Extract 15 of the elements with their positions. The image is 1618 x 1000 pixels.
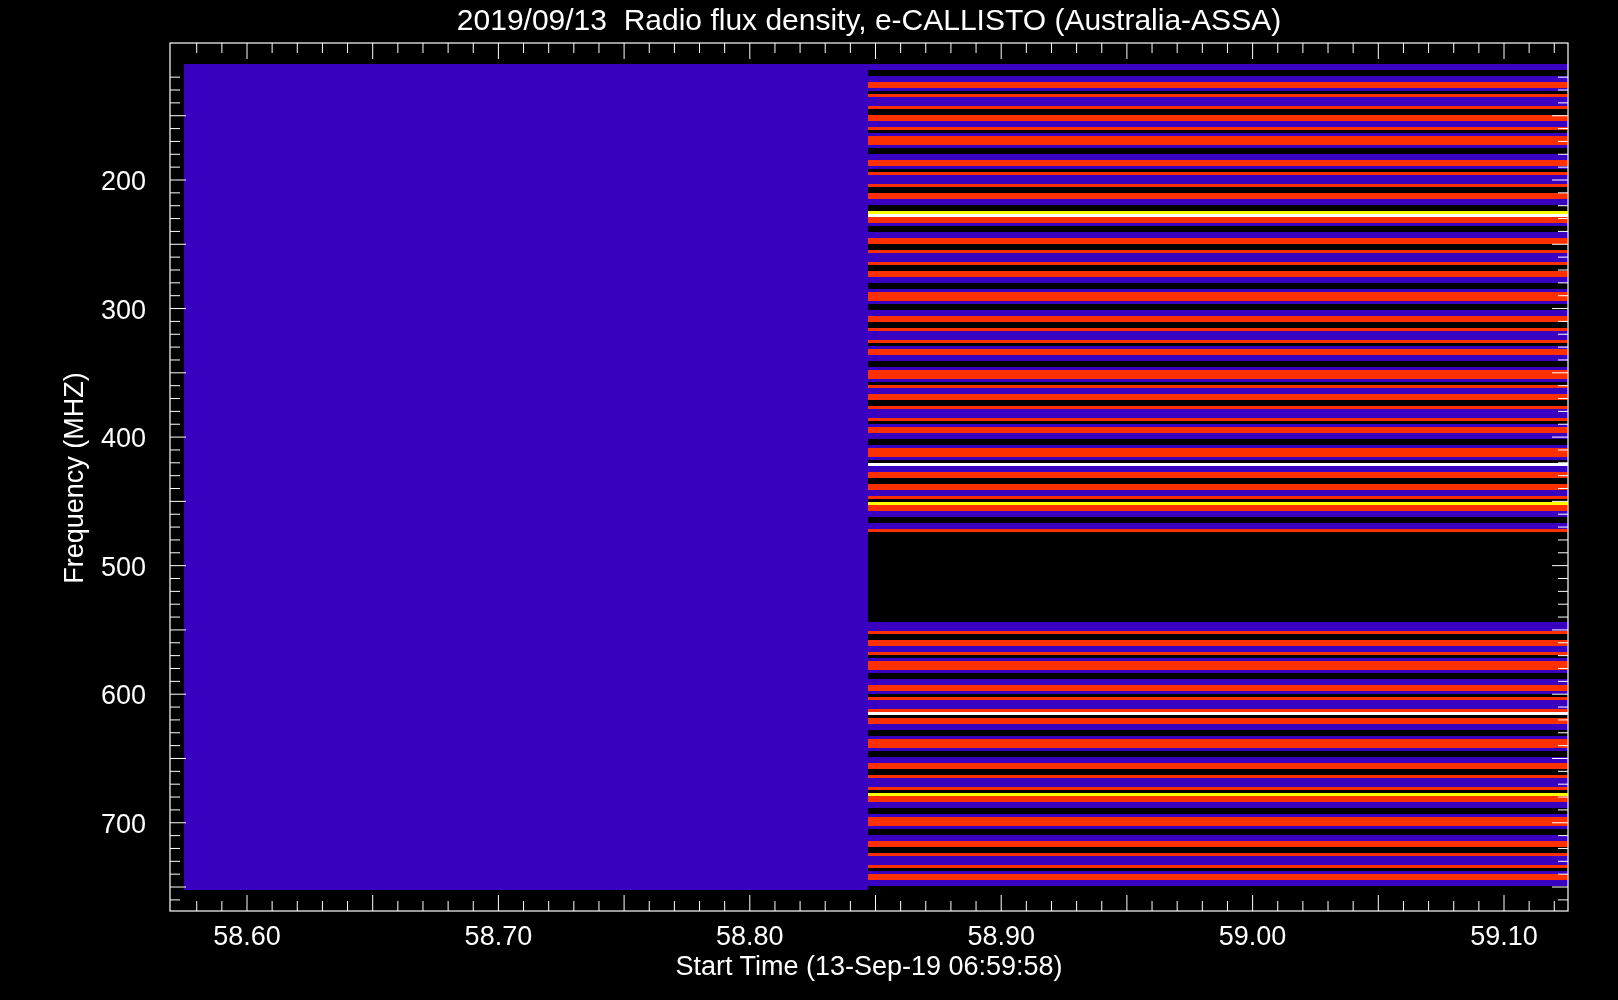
x-tick-label: 58.70 [464,921,533,951]
x-tick-label: 58.60 [213,921,281,951]
y-tick-label: 400 [100,423,146,454]
y-tick-label: 200 [100,166,146,196]
y-tick-label: 600 [100,680,146,711]
y-tick-label: 500 [100,551,146,582]
x-axis-label: Start Time (13-Sep-19 06:59:58) [675,951,1063,981]
y-tick-label: 300 [100,294,146,325]
chart-title: 2019/09/13 Radio flux density, e-CALLISTO (Australia-ASSA) [456,3,1282,36]
y-tick-label: 700 [100,808,146,839]
x-tick-label: 59.10 [1470,921,1538,951]
x-tick-label: 58.90 [967,921,1035,951]
x-tick-label: 59.00 [1218,921,1287,951]
y-axis-label: Frequency (MHZ) [59,372,89,584]
x-tick-label: 58.80 [716,921,784,951]
